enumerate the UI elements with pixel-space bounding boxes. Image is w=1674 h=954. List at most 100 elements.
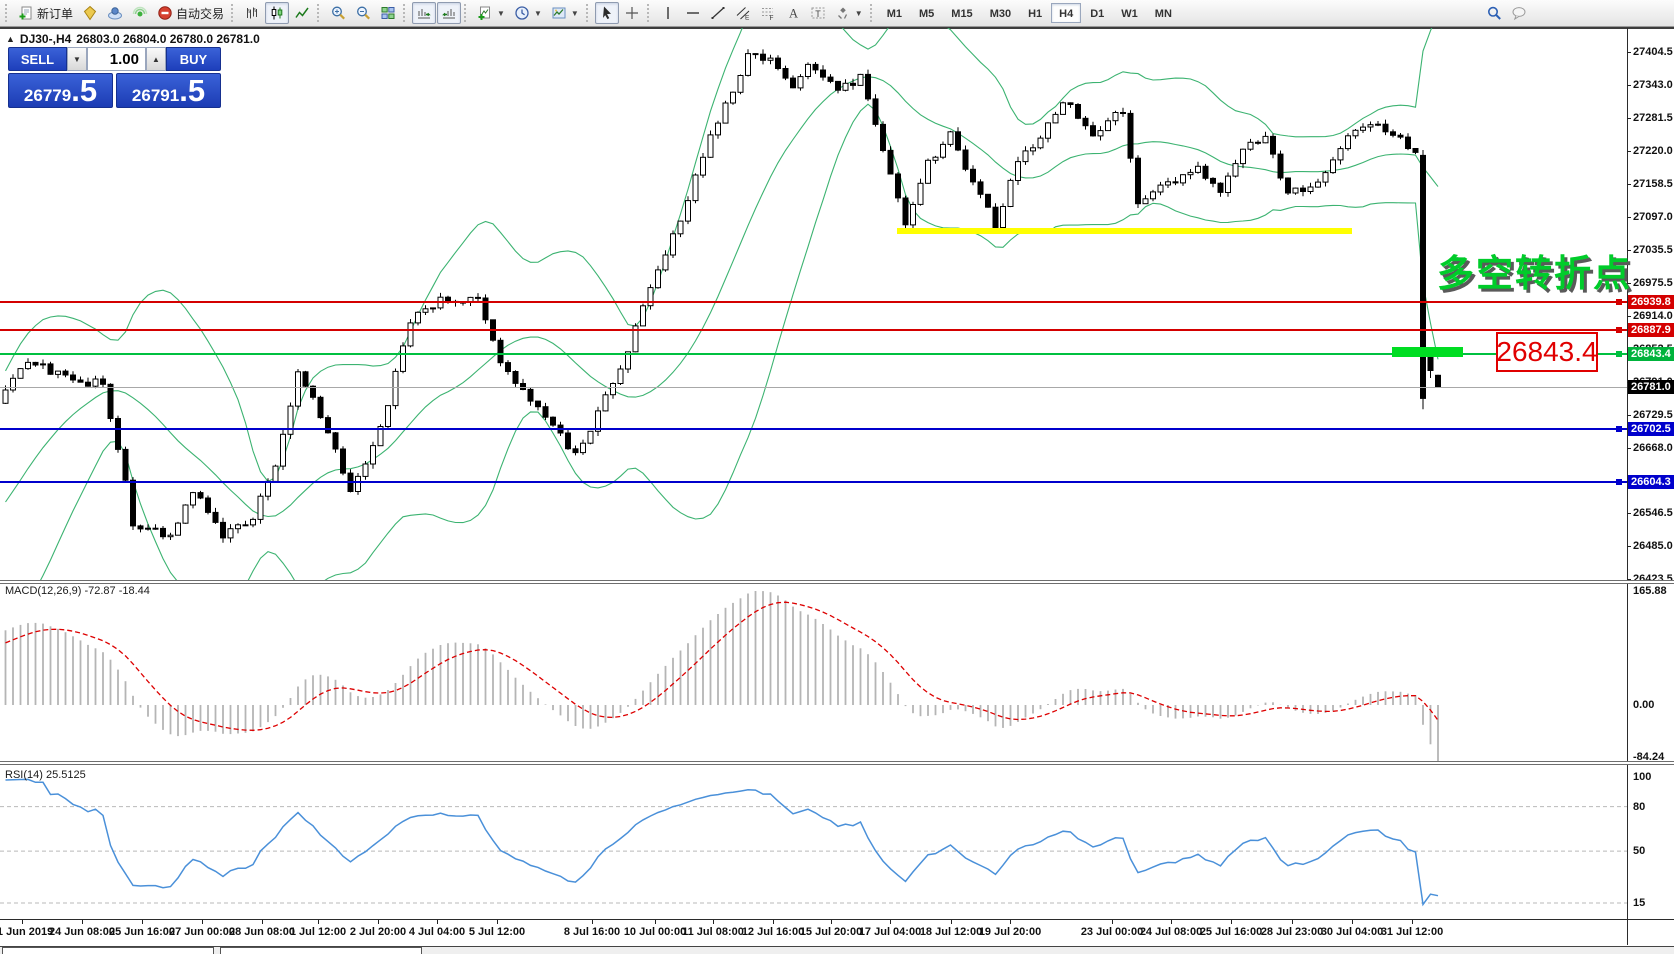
time-tick-mark [831,920,832,924]
price-tick-mark [1627,316,1631,317]
price-badge-26604.3: 26604.3 [1628,475,1674,489]
support-line-lower[interactable] [0,481,1627,483]
price-tick-mark [1627,151,1631,152]
rsi-axis-label: 80 [1633,801,1645,813]
time-tick-label: 30 Jul 04:00 [1321,926,1383,938]
caret-down-icon: ▼ [73,55,81,64]
resistance-line-upper[interactable] [0,301,1627,303]
chart-tab[interactable] [2,947,214,954]
time-tick-mark [497,920,498,924]
price-annotation-box[interactable]: 26843.4 [1496,332,1598,372]
time-tick-label: 25 Jul 16:00 [1200,926,1262,938]
price-tick-mark [1627,448,1631,449]
price-tick-label: 26668.0 [1633,442,1673,454]
time-tick-label: 19 Jul 20:00 [979,926,1041,938]
mt4-window: 新订单自动交易▼▼▼EFAT▼M1M5M15M30H1H4D1W1MN 2740… [0,0,1674,954]
price-badge-26843.4: 26843.4 [1628,347,1674,361]
time-tick-label: 15 Jul 20:00 [800,926,862,938]
main-chart-canvas[interactable] [0,0,1674,954]
rsi-axis-label: 50 [1633,845,1645,857]
collapse-panel-icon[interactable]: ▲ [6,34,15,44]
price-tick-mark [1627,85,1631,86]
resistance-line-lower[interactable] [0,329,1627,331]
time-tick-mark [1010,920,1011,924]
time-tick-mark [437,920,438,924]
time-tick-mark [142,920,143,924]
sell-price-main: 26779 [24,81,71,111]
time-tick-label: 1 Jul 12:00 [290,926,346,938]
time-tick-mark [22,920,23,924]
time-tick-label: 18 Jul 12:00 [920,926,982,938]
macd-indicator-label: MACD(12,26,9) -72.87 -18.44 [5,585,150,597]
price-tick-mark [1627,546,1631,547]
sell-button[interactable]: SELL [8,47,67,71]
support-line-upper[interactable] [0,428,1627,430]
buy-button[interactable]: BUY [166,47,221,71]
price-tick-mark [1627,217,1631,218]
key-level-line-handle[interactable] [1616,351,1622,357]
rsi-axis-label: 100 [1633,771,1651,783]
time-tick-mark [1292,920,1293,924]
time-tick-mark [262,920,263,924]
time-tick-label: 17 Jul 04:00 [859,926,921,938]
price-tick-label: 26914.0 [1633,310,1673,322]
price-tick-label: 26546.5 [1633,507,1673,519]
volume-increase-button[interactable]: ▲ [146,47,166,71]
resistance-line-lower-handle[interactable] [1616,327,1622,333]
resistance-line-upper-handle[interactable] [1616,299,1622,305]
price-badge-26887.9: 26887.9 [1628,323,1674,337]
time-tick-label: 8 Jul 16:00 [564,926,620,938]
time-tick-mark [1171,920,1172,924]
macd-axis-label: 165.88 [1633,585,1667,597]
ohlc-values: 26803.0 26804.0 26780.0 26781.0 [76,32,260,46]
time-tick-label: 28 Jun 08:00 [229,926,295,938]
support-line-upper-handle[interactable] [1616,426,1622,432]
price-tick-label: 26975.5 [1633,277,1673,289]
time-tick-label: 28 Jul 23:00 [1261,926,1323,938]
time-tick-label: 10 Jul 00:00 [624,926,686,938]
time-tick-label: 12 Jul 16:00 [742,926,804,938]
buy-price-button[interactable]: 26791.5 [116,73,221,108]
sell-price-button[interactable]: 26779.5 [8,73,113,108]
price-tick-mark [1627,513,1631,514]
pane-separator-rsi[interactable] [0,761,1674,765]
time-tick-mark [1231,920,1232,924]
time-tick-label: 23 Jul 00:00 [1081,926,1143,938]
chart-title: ▲ DJ30-,H4 26803.0 26804.0 26780.0 26781… [6,32,260,46]
time-tick-mark [378,920,379,924]
price-tick-mark [1627,184,1631,185]
price-badge-26939.8: 26939.8 [1628,295,1674,309]
price-tick-label: 27404.5 [1633,46,1673,58]
time-tick-label: 11 Jul 08:00 [682,926,744,938]
time-tick-mark [1352,920,1353,924]
time-tick-mark [951,920,952,924]
support-line-yellow[interactable] [897,228,1352,234]
price-tick-label: 27035.5 [1633,244,1673,256]
price-tick-mark [1627,52,1631,53]
pane-separator-macd[interactable] [0,580,1674,584]
time-tick-label: 24 Jul 08:00 [1140,926,1202,938]
price-badge-26781.0: 26781.0 [1628,380,1674,394]
time-tick-mark [82,920,83,924]
time-tick-label: 21 Jun 2019 [0,926,53,938]
entry-highlight-bar[interactable] [1392,347,1463,357]
time-tick-label: 4 Jul 04:00 [409,926,465,938]
one-click-trading-panel: SELL ▼ ▲ BUY 26779.5 26791.5 [8,47,221,108]
chart-tab[interactable] [220,947,422,954]
time-tick-mark [202,920,203,924]
turning-point-annotation[interactable]: 多空转折点 [1437,243,1632,297]
volume-input[interactable] [87,47,146,71]
key-level-line[interactable] [0,353,1627,355]
macd-axis-label: 0.00 [1633,699,1654,711]
time-tick-mark [1112,920,1113,924]
support-line-lower-handle[interactable] [1616,479,1622,485]
price-tick-label: 27158.5 [1633,178,1673,190]
caret-up-icon: ▲ [152,55,160,64]
volume-decrease-button[interactable]: ▼ [67,47,87,71]
rsi-indicator-label: RSI(14) 25.5125 [5,769,86,781]
rsi-axis-label: 15 [1633,897,1645,909]
time-tick-label: 27 Jun 00:00 [169,926,235,938]
time-tick-mark [773,920,774,924]
time-tick-mark [592,920,593,924]
price-tick-label: 27343.0 [1633,79,1673,91]
